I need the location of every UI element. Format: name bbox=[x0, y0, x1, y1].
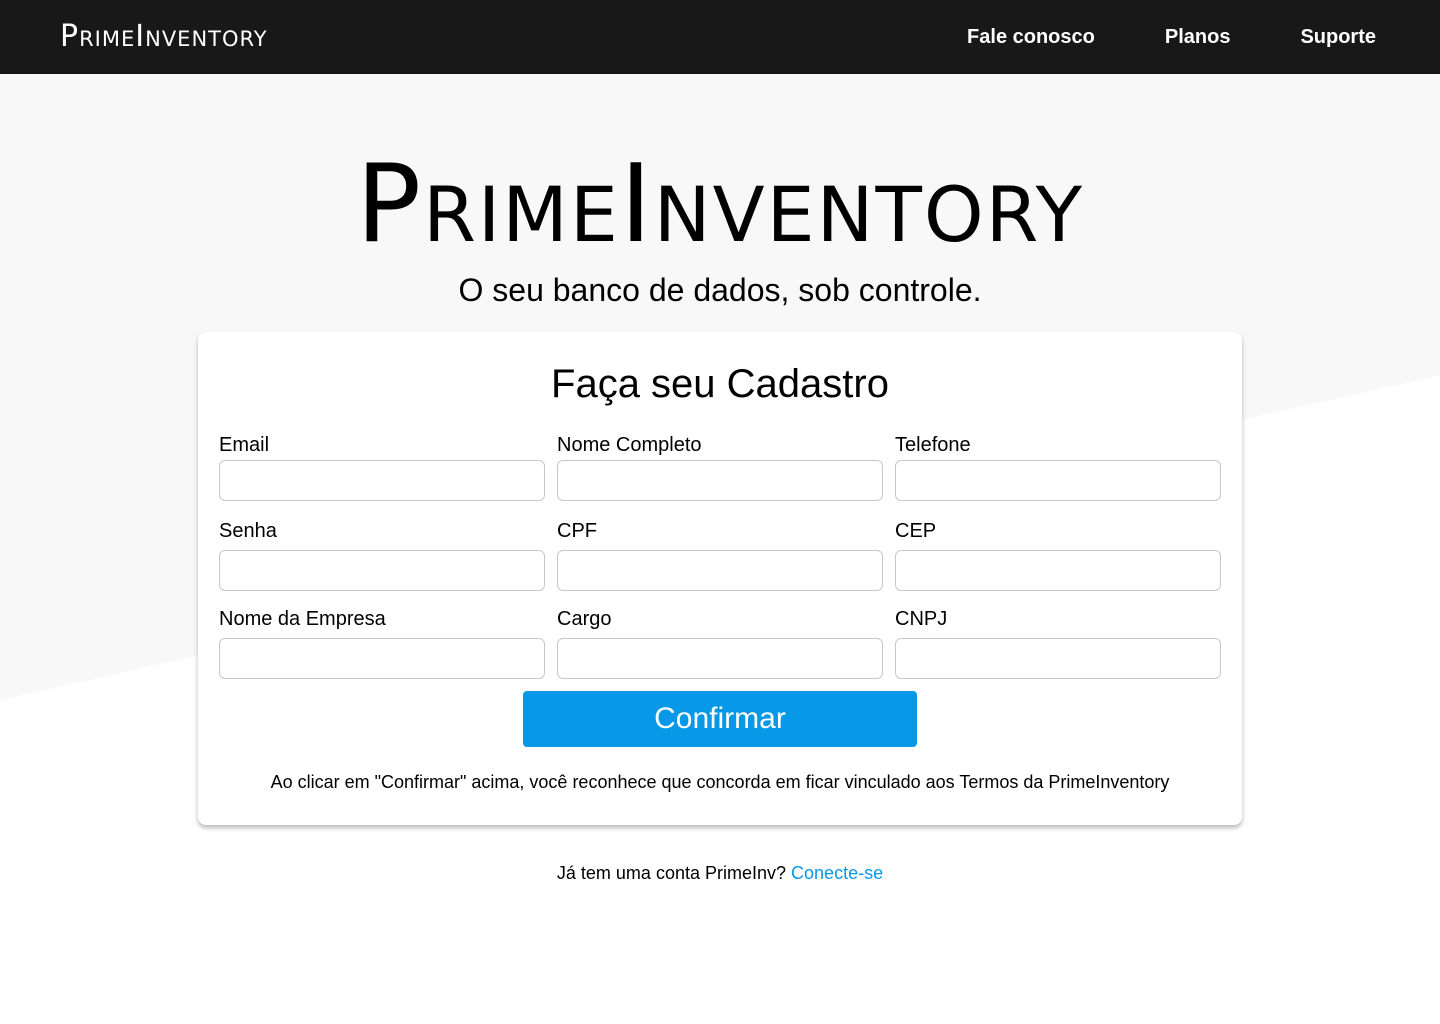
confirm-button[interactable]: Confirmar bbox=[523, 691, 917, 747]
cep-group: CEP bbox=[895, 518, 1221, 591]
hero-title: PrimeInventory bbox=[355, 142, 1085, 267]
login-prompt: Já tem uma conta PrimeInv? bbox=[556, 863, 787, 883]
cep-field[interactable] bbox=[895, 550, 1221, 591]
cnpj-label: CNPJ bbox=[895, 608, 948, 630]
login-link[interactable]: Conecte-se bbox=[791, 863, 883, 883]
cpf-field[interactable] bbox=[557, 550, 883, 591]
email-group: Email bbox=[219, 432, 545, 501]
nome-empresa-label: Nome da Empresa bbox=[219, 608, 386, 630]
senha-field[interactable] bbox=[219, 550, 545, 591]
header-logo[interactable]: PrimeInventory bbox=[60, 18, 268, 56]
nav-fale-conosco[interactable]: Fale conosco bbox=[967, 22, 1095, 52]
cargo-group: Cargo bbox=[557, 606, 883, 679]
senha-group: Senha bbox=[219, 518, 545, 591]
telefone-label: Telefone bbox=[895, 434, 971, 456]
terms-notice: Ao clicar em "Confirmar" acima, você rec… bbox=[270, 772, 1170, 792]
telefone-group: Telefone bbox=[895, 432, 1221, 501]
signup-card: Faça seu Cadastro Email Nome Completo Te… bbox=[198, 332, 1242, 825]
senha-label: Senha bbox=[219, 520, 277, 542]
email-field[interactable] bbox=[219, 460, 545, 501]
hero-subtitle: O seu banco de dados, sob controle. bbox=[458, 272, 982, 308]
telefone-field[interactable] bbox=[895, 460, 1221, 501]
top-navigation-bar: PrimeInventory Fale conosco Planos Supor… bbox=[0, 0, 1440, 74]
email-label: Email bbox=[219, 434, 270, 456]
cpf-label: CPF bbox=[557, 520, 597, 542]
cargo-label: Cargo bbox=[557, 608, 612, 630]
cpf-group: CPF bbox=[557, 518, 883, 591]
header-nav: Fale conosco Planos Suporte bbox=[897, 22, 1376, 52]
signup-title: Faça seu Cadastro bbox=[551, 362, 889, 406]
nome-completo-field[interactable] bbox=[557, 460, 883, 501]
nome-empresa-group: Nome da Empresa bbox=[219, 606, 545, 679]
login-prompt-line: Já tem uma conta PrimeInv? Conecte-se bbox=[0, 860, 1440, 886]
cargo-field[interactable] bbox=[557, 638, 883, 679]
cep-label: CEP bbox=[895, 520, 937, 542]
cnpj-field[interactable] bbox=[895, 638, 1221, 679]
nav-suporte[interactable]: Suporte bbox=[1300, 22, 1376, 52]
nome-empresa-field[interactable] bbox=[219, 638, 545, 679]
nav-planos[interactable]: Planos bbox=[1165, 22, 1231, 52]
nome-completo-label: Nome Completo bbox=[557, 434, 702, 456]
nome-completo-group: Nome Completo bbox=[557, 432, 883, 501]
cnpj-group: CNPJ bbox=[895, 606, 1221, 679]
